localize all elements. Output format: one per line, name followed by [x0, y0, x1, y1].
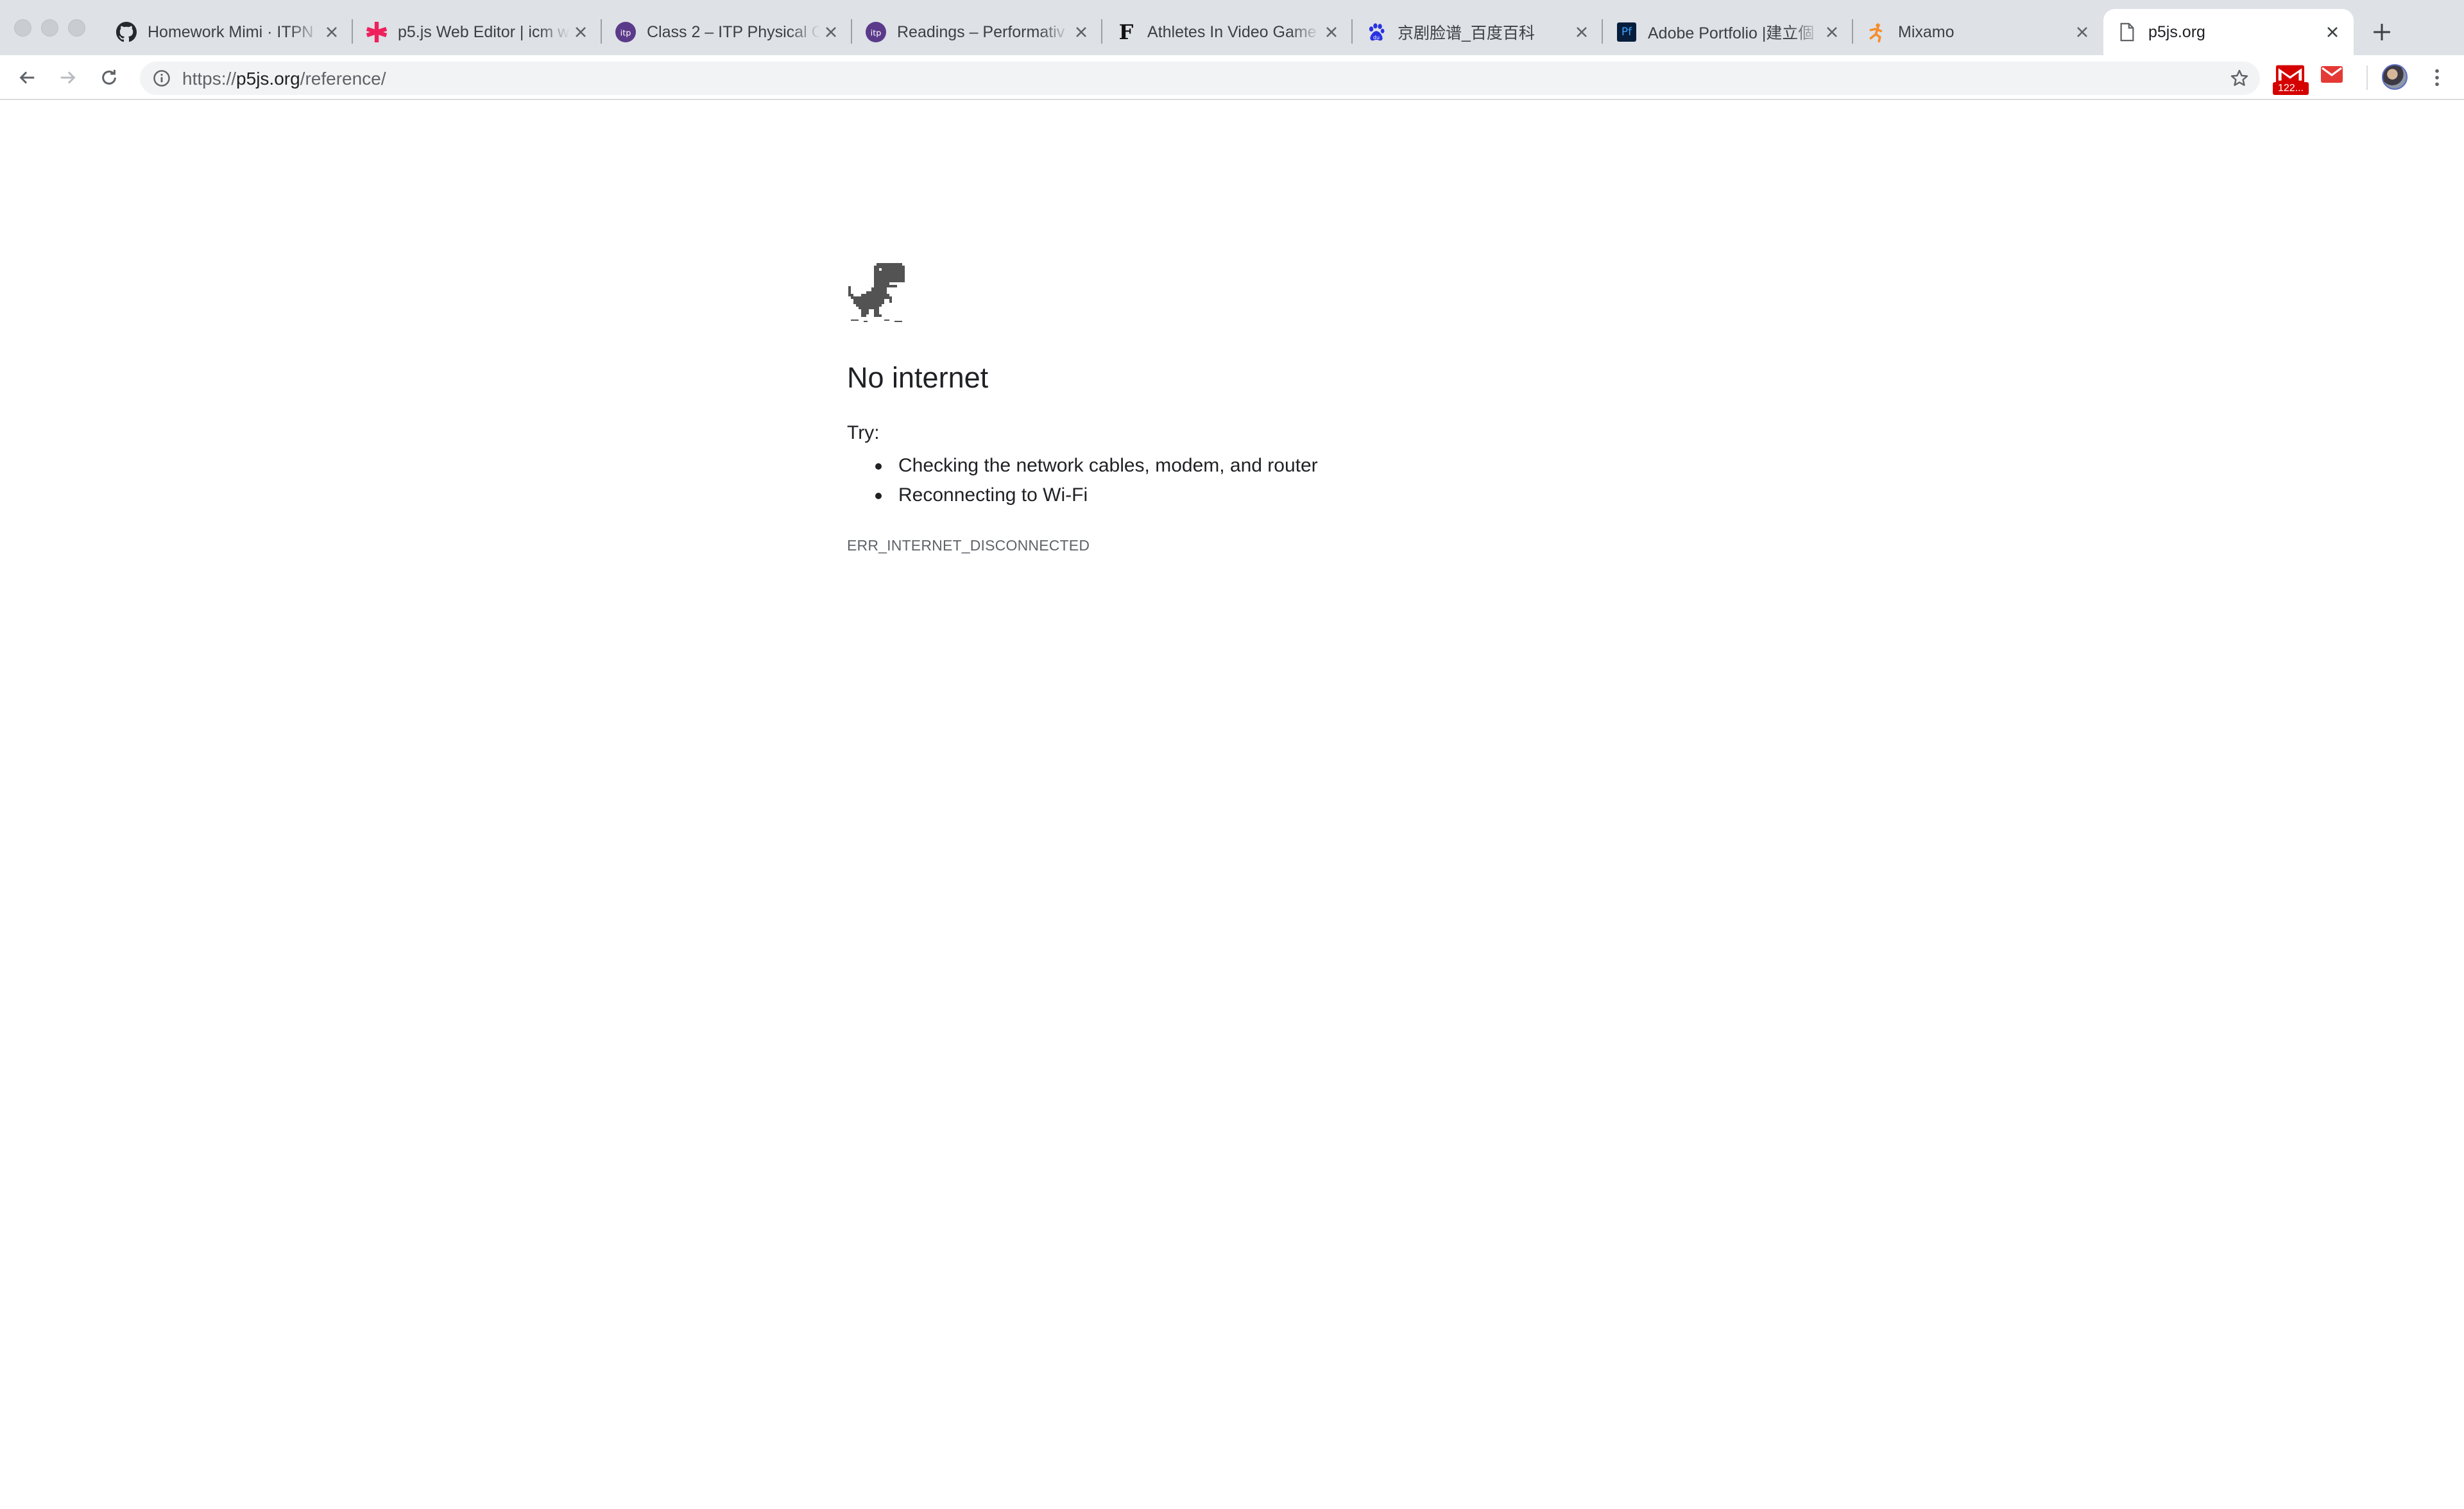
tab-title: p5.js Web Editor | icm w [398, 22, 570, 41]
close-icon[interactable] [321, 21, 343, 43]
svg-text:du: du [1373, 35, 1380, 40]
tab-athletes-in-video-games[interactable]: F Athletes In Video Game [1102, 9, 1353, 55]
error-heading: No internet [847, 361, 989, 394]
url-path: /reference/ [300, 69, 386, 89]
close-icon[interactable] [1321, 21, 1342, 43]
plus-icon [2374, 24, 2390, 40]
tab-title: Class 2 – ITP Physical C [647, 22, 820, 41]
close-icon[interactable] [820, 21, 842, 43]
offline-error-page: No internet Try: Checking the network ca… [847, 263, 1745, 554]
window-close-button[interactable] [14, 19, 31, 37]
itp-logo-icon: itp [865, 21, 887, 43]
mail-extension[interactable] [2320, 65, 2343, 87]
tab-class-2-itp[interactable]: itp Class 2 – ITP Physical C [602, 9, 852, 55]
envelope-icon [2321, 66, 2343, 83]
f-letter-icon: F [1115, 21, 1137, 43]
github-icon [116, 21, 137, 43]
tab-title: Mixamo [1898, 22, 1955, 41]
tab-title: Adobe Portfolio |建立個 [1648, 24, 1815, 42]
forward-button[interactable] [55, 65, 81, 90]
list-item: Checking the network cables, modem, and … [847, 451, 1745, 481]
tab-adobe-portfolio[interactable]: Pf Adobe Portfolio |建立個 [1603, 9, 1853, 55]
baidu-paw-icon: du [1365, 21, 1387, 43]
tab-baidu-baike[interactable]: du 京剧脸谱_百度百科 [1353, 9, 1603, 55]
mixamo-icon [1866, 21, 1888, 43]
tab-mixamo[interactable]: Mixamo [1853, 9, 2103, 55]
tab-readings-performative[interactable]: itp Readings – Performativ [852, 9, 1102, 55]
url-text[interactable]: https://p5js.org/reference/ [182, 69, 386, 89]
tab-homework-mimi[interactable]: Homework Mimi · ITPN [103, 9, 353, 55]
close-icon[interactable] [1571, 21, 1593, 43]
bookmark-star-icon[interactable] [2228, 67, 2251, 90]
gmail-unread-badge: 122... [2273, 82, 2309, 95]
try-label: Try: [847, 422, 880, 443]
kebab-menu-icon [2435, 69, 2439, 87]
tab-strip: Homework Mimi · ITPN p5.js Web Editor | … [0, 0, 2464, 55]
page-icon [2116, 21, 2138, 43]
url-host: p5js.org [236, 69, 300, 89]
list-item: Reconnecting to Wi-Fi [847, 481, 1745, 510]
p5js-asterisk-icon [366, 21, 388, 43]
reload-button[interactable] [96, 65, 122, 90]
profile-avatar[interactable] [2382, 64, 2408, 90]
address-bar[interactable]: https://p5js.org/reference/ [140, 62, 2260, 95]
close-icon[interactable] [570, 21, 592, 43]
tab-p5js-org[interactable]: p5js.org [2103, 9, 2354, 55]
adobe-portfolio-icon: Pf [1616, 21, 1638, 43]
dinosaur-icon[interactable] [847, 263, 906, 323]
window-minimize-button[interactable] [41, 19, 58, 37]
error-code: ERR_INTERNET_DISCONNECTED [847, 537, 1090, 554]
itp-logo-icon: itp [615, 21, 637, 43]
close-icon[interactable] [1070, 21, 1092, 43]
svg-text:itp: itp [871, 29, 882, 38]
reload-icon [102, 69, 116, 85]
tab-title: Athletes In Video Game [1147, 22, 1317, 41]
arrow-left-icon [19, 71, 35, 84]
tab-title: Homework Mimi · ITPN [148, 22, 314, 41]
chrome-menu-button[interactable] [2424, 65, 2450, 90]
tab-p5js-web-editor[interactable]: p5.js Web Editor | icm w [353, 9, 602, 55]
adobe-portfolio-glyph: Pf [1621, 26, 1632, 38]
info-icon[interactable] [150, 67, 173, 90]
suggestion-list: Checking the network cables, modem, and … [847, 451, 1745, 510]
close-icon[interactable] [2071, 21, 2093, 43]
arrow-right-icon [60, 71, 76, 84]
svg-text:itp: itp [620, 29, 631, 38]
tab-title: 京剧脸谱_百度百科 [1398, 24, 1535, 42]
close-icon[interactable] [1821, 21, 1843, 43]
url-scheme: https:// [182, 69, 237, 89]
tab-title: p5js.org [2148, 22, 2205, 41]
f-letter-glyph: F [1118, 20, 1134, 44]
close-icon[interactable] [2322, 21, 2343, 43]
window-zoom-button[interactable] [68, 19, 85, 37]
back-button[interactable] [14, 65, 40, 90]
new-tab-button[interactable] [2369, 19, 2395, 45]
browser-toolbar: https://p5js.org/reference/ [0, 55, 2464, 100]
tab-title: Readings – Performativ [897, 22, 1065, 41]
toolbar-divider [2366, 65, 2368, 90]
